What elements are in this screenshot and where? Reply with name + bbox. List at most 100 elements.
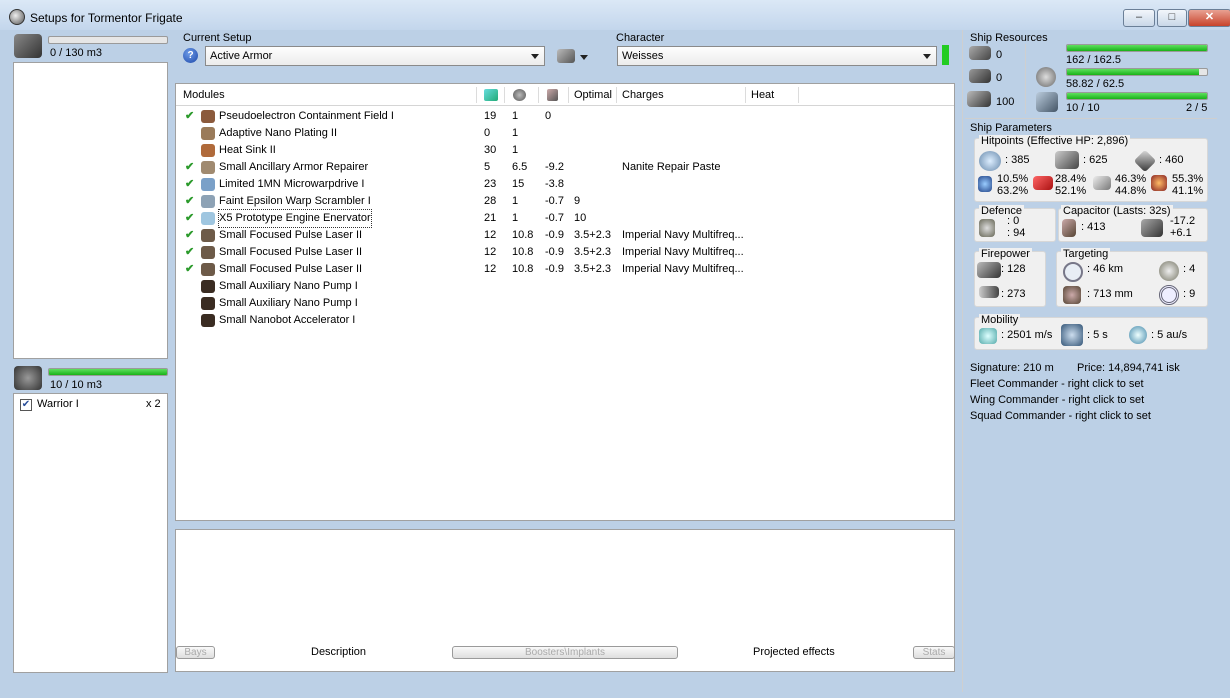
header-charges[interactable]: Charges xyxy=(622,84,664,106)
module-powergrid: 1 xyxy=(512,127,519,139)
module-name: Limited 1MN Microwarpdrive I xyxy=(219,178,365,190)
volley-icon xyxy=(979,286,999,298)
module-icon xyxy=(201,178,215,191)
defence-bottom: : 94 xyxy=(1007,227,1026,239)
module-optimal: 9 xyxy=(574,195,581,207)
powergrid-column-icon[interactable] xyxy=(513,89,526,101)
module-cpu: 28 xyxy=(484,195,497,207)
capacitor-column-icon[interactable] xyxy=(547,89,558,101)
module-name: Heat Sink II xyxy=(219,144,276,156)
drone-list[interactable]: ✔ Warrior I x 2 xyxy=(13,393,168,673)
close-button[interactable]: ✕ xyxy=(1188,9,1230,27)
module-powergrid: 10.8 xyxy=(512,229,534,241)
modules-table[interactable]: Modules Optimal Charges Heat ✔ Pseudoelec… xyxy=(175,83,955,521)
tab-boosters-implants[interactable]: Boosters\Implants xyxy=(452,646,678,659)
setup-value: Active Armor xyxy=(210,50,273,62)
tab-description[interactable]: Description xyxy=(311,646,366,658)
chevron-down-icon[interactable] xyxy=(580,55,588,60)
module-row[interactable]: ✔ Limited 1MN Microwarpdrive I 23 15 -3.8 xyxy=(176,176,952,193)
cpu-value: 162 / 162.5 xyxy=(1066,54,1122,66)
tab-bays[interactable]: Bays xyxy=(176,646,215,659)
module-icon xyxy=(201,263,215,276)
modules-header: Modules Optimal Charges Heat xyxy=(176,84,954,106)
align-time-icon xyxy=(1061,324,1083,346)
module-row[interactable]: Small Nanobot Accelerator I xyxy=(176,312,952,329)
cpu-column-icon[interactable] xyxy=(484,89,498,101)
thermal-resist-top: 28.4% xyxy=(1055,173,1087,185)
tab-stats[interactable]: Stats xyxy=(913,646,955,659)
module-row[interactable]: ✔ Pseudoelectron Containment Field I 19 1 0 xyxy=(176,108,952,125)
module-optimal: 10 xyxy=(574,212,587,224)
align-time-value: : 5 s xyxy=(1087,329,1108,341)
armor-hp: : 625 xyxy=(1083,154,1108,166)
kinetic-resist-top: 46.3% xyxy=(1115,173,1147,185)
squad-commander[interactable]: Squad Commander - right click to set xyxy=(970,410,1151,422)
drone-capacity-bar xyxy=(48,368,168,376)
header-heat[interactable]: Heat xyxy=(751,84,774,106)
capacitor-delta-bottom: +6.1 xyxy=(1170,227,1192,239)
explosive-resist-icon xyxy=(1151,175,1167,191)
powergrid-value: 58.82 / 62.5 xyxy=(1066,78,1125,90)
warp-speed-value: : 5 au/s xyxy=(1151,329,1188,341)
fleet-commander[interactable]: Fleet Commander - right click to set xyxy=(970,378,1144,390)
title-bar[interactable]: Setups for Tormentor Frigate – □ ✕ xyxy=(0,0,1230,30)
module-row[interactable]: Heat Sink II 30 1 xyxy=(176,142,952,159)
module-row[interactable]: ✔ Small Focused Pulse Laser II 12 10.8 -0.9 3… xyxy=(176,261,952,278)
module-cpu: 12 xyxy=(484,246,497,258)
module-row[interactable]: ✔ X5 Prototype Engine Enervator 21 1 -0.7 10 xyxy=(176,209,952,228)
drone-checkbox[interactable]: ✔ xyxy=(20,399,32,411)
maximize-button[interactable]: □ xyxy=(1157,9,1187,27)
mobility-group: Mobility : 2501 m/s : 5 s : 5 au/s xyxy=(974,314,1208,350)
module-name: Small Auxiliary Nano Pump I xyxy=(219,280,358,292)
launcher-hardpoints: 0 xyxy=(996,72,1003,84)
mobility-label: Mobility xyxy=(979,314,1021,326)
window-title: Setups for Tormentor Frigate xyxy=(30,11,183,25)
active-check-icon: ✔ xyxy=(185,229,195,241)
module-row[interactable]: Small Auxiliary Nano Pump I xyxy=(176,278,952,295)
header-modules[interactable]: Modules xyxy=(183,84,225,106)
module-capacitor: -0.7 xyxy=(545,195,564,207)
scan-resolution-value: : 713 mm xyxy=(1087,288,1133,300)
warp-speed-icon xyxy=(1129,326,1147,344)
dps-value: : 128 xyxy=(1001,263,1026,275)
cargo-capacity-bar xyxy=(48,36,168,44)
module-row[interactable]: ✔ Small Focused Pulse Laser II 12 10.8 -0.9 3… xyxy=(176,244,952,261)
character-value: Weisses xyxy=(622,50,664,62)
shield-hp: : 385 xyxy=(1005,154,1030,166)
target-range-icon xyxy=(1063,262,1083,282)
firepower-group: Firepower : 128 : 273 xyxy=(974,248,1046,307)
turret-hardpoint-icon xyxy=(969,46,991,60)
tab-projected-effects[interactable]: Projected effects xyxy=(753,646,835,658)
setup-tools-icon[interactable] xyxy=(557,49,575,63)
question-icon[interactable]: ? xyxy=(183,48,198,63)
wing-commander[interactable]: Wing Commander - right click to set xyxy=(970,394,1144,406)
capacitor-icon xyxy=(1062,219,1076,237)
rig-slots-value: 2 / 5 xyxy=(1186,102,1208,114)
character-dropdown[interactable]: Weisses xyxy=(617,46,937,66)
module-charge: Imperial Navy Multifreq... xyxy=(622,229,744,241)
calibration-icon xyxy=(1036,92,1058,112)
launcher-hardpoint-icon xyxy=(969,69,991,83)
capacitor-amount: : 413 xyxy=(1081,221,1106,233)
minimize-button[interactable]: – xyxy=(1123,9,1155,27)
shield-icon xyxy=(979,151,1001,171)
price-value: Price: 14,894,741 isk xyxy=(1077,362,1180,374)
module-row[interactable]: ✔ Small Focused Pulse Laser II 12 10.8 -0.9 3… xyxy=(176,227,952,244)
module-row[interactable]: ✔ Faint Epsilon Warp Scrambler I 28 1 -0.7 9 xyxy=(176,193,952,210)
module-row[interactable]: Adaptive Nano Plating II 0 1 xyxy=(176,125,952,142)
defence-group: Defence : 0 : 94 xyxy=(974,205,1056,242)
kinetic-resist-icon xyxy=(1093,176,1111,190)
firepower-label: Firepower xyxy=(979,248,1032,260)
module-row[interactable]: ✔ Small Ancillary Armor Repairer 5 6.5 -9.2 N… xyxy=(176,159,952,176)
active-check-icon: ✔ xyxy=(185,110,195,122)
module-powergrid: 1 xyxy=(512,195,519,207)
setup-dropdown[interactable]: Active Armor xyxy=(205,46,545,66)
module-cpu: 0 xyxy=(484,127,491,139)
signature-value: Signature: 210 m xyxy=(970,362,1054,374)
header-optimal[interactable]: Optimal xyxy=(574,84,612,106)
character-label: Character xyxy=(616,32,665,44)
module-name: Small Ancillary Armor Repairer xyxy=(219,161,369,173)
cargo-list[interactable] xyxy=(13,62,168,359)
module-row[interactable]: Small Auxiliary Nano Pump I xyxy=(176,295,952,312)
module-icon xyxy=(201,110,215,123)
